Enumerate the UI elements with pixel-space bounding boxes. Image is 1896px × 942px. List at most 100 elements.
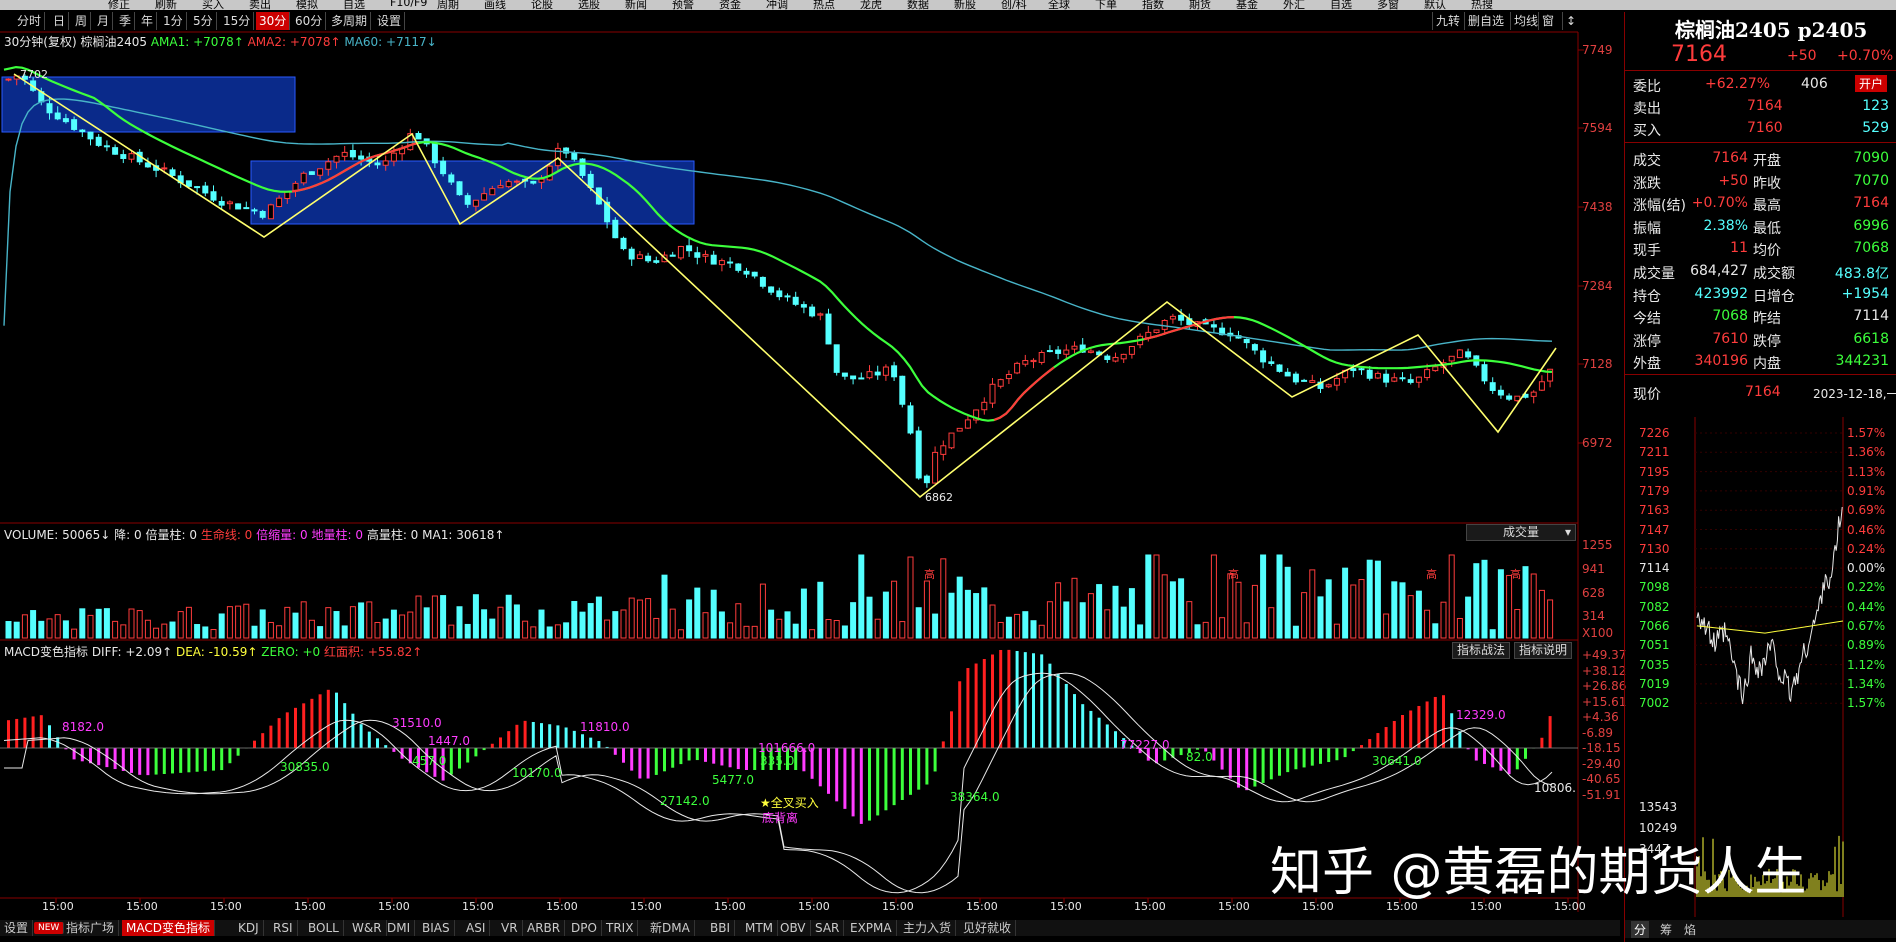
volume-bar xyxy=(792,623,799,639)
indicator-tab[interactable]: EXPMA xyxy=(846,920,897,936)
macd-bar xyxy=(540,723,543,748)
main-info-line: 30分钟(复权) 棕榈油2405 AMA1: +7078↑ AMA2: +707… xyxy=(4,33,437,50)
indicator-tab[interactable]: W&R xyxy=(348,920,387,936)
zone-boxes xyxy=(1,76,695,225)
candle-body xyxy=(1538,381,1545,391)
volume-bar xyxy=(1219,617,1226,639)
indicator-tab[interactable]: DMI xyxy=(383,920,416,936)
indicator-tab[interactable]: 见好就收 xyxy=(959,920,1017,936)
strategy-button[interactable]: 指标战法 xyxy=(1452,642,1511,659)
quote-row-value: 7068 xyxy=(1712,308,1748,325)
indicator-tab[interactable]: RSI xyxy=(269,920,298,936)
candle-body xyxy=(915,430,922,479)
indicator-tab[interactable]: 主力入货 xyxy=(899,920,957,936)
volume-bar xyxy=(1178,578,1185,639)
candle-body xyxy=(1284,371,1291,377)
indicator-tab[interactable]: 指标广场 xyxy=(62,920,120,936)
quote-row-value: 7610 xyxy=(1712,330,1748,347)
indicator-tab[interactable]: 新DMA xyxy=(646,920,695,936)
indicator-tab[interactable]: ARBR xyxy=(523,920,566,936)
volume-bar xyxy=(538,609,545,639)
volume-selector[interactable]: 成交量 ▾ xyxy=(1466,524,1576,541)
quote-row-value: 344231 xyxy=(1835,353,1889,370)
macd-bar xyxy=(843,748,847,809)
indicator-tab[interactable]: KDJ xyxy=(234,920,264,936)
indicator-tab[interactable]: BOLL xyxy=(304,920,344,936)
volume-bar xyxy=(194,624,201,639)
volume-bar xyxy=(530,626,537,639)
mini-tab-fen[interactable]: 分 xyxy=(1631,921,1650,938)
sell-label: 卖出 xyxy=(1633,101,1661,117)
macd-bar xyxy=(285,712,289,748)
indicator-tab[interactable]: TRIX xyxy=(602,920,639,936)
quote-row-value: 7164 xyxy=(1712,150,1748,166)
indicator-tab[interactable]: BBI xyxy=(706,920,736,936)
indicator-tab[interactable]: SAR xyxy=(811,920,845,936)
volume-bar xyxy=(1112,585,1119,639)
indicator-tab[interactable]: 设置 xyxy=(0,920,34,936)
candle-body xyxy=(907,405,914,434)
indicator-tab[interactable]: ASI xyxy=(462,920,491,936)
macd-bar xyxy=(392,748,396,752)
volume-bar xyxy=(1473,563,1480,639)
open-account-button[interactable]: 开户 xyxy=(1855,75,1888,92)
macd-bar xyxy=(7,720,10,748)
macd-area-label: 77227.0 xyxy=(1120,738,1170,752)
macd-bar xyxy=(154,748,158,775)
quote-row-label: 成交量 xyxy=(1633,266,1675,282)
volume-bar xyxy=(989,604,996,639)
indicator-help-button[interactable]: 指标说明 xyxy=(1514,642,1573,659)
candle-body xyxy=(1087,350,1094,353)
indicator-tab[interactable]: MACD变色指标 xyxy=(122,920,215,936)
candle-body xyxy=(784,295,791,298)
volume-tick: 314 xyxy=(1582,609,1605,623)
candle-body xyxy=(800,304,807,308)
time-tick: 15:00 xyxy=(966,900,998,913)
candle-body xyxy=(964,419,971,429)
volume-bar xyxy=(727,622,734,639)
macd-bar xyxy=(113,748,117,770)
volume-bar xyxy=(554,624,561,639)
candle-body xyxy=(243,207,250,210)
volume-bar xyxy=(628,597,635,639)
volume-bar xyxy=(964,589,971,639)
quote-row-value: 7068 xyxy=(1853,240,1889,257)
quote-row-label: 涨幅(结) xyxy=(1633,198,1686,215)
candle-body xyxy=(866,371,873,379)
macd-bar xyxy=(564,727,568,748)
macd-bar xyxy=(351,713,355,748)
volume-bar xyxy=(669,608,676,639)
mini-tab-yan[interactable]: 焰 xyxy=(1681,921,1699,938)
indicator-tab[interactable]: NEW xyxy=(34,922,65,934)
quote-row-label: 振幅 xyxy=(1633,220,1661,237)
volume-bar xyxy=(1071,577,1078,639)
macd-info-line: MACD变色指标 DIFF: +2.09↑ DEA: -10.59↑ ZERO:… xyxy=(4,643,422,660)
macd-bar xyxy=(654,748,658,775)
macd-bar xyxy=(449,748,453,775)
mini-tabs: 分 筹 焰 xyxy=(1625,920,1896,938)
candle-body xyxy=(276,197,283,208)
volume-bar xyxy=(1063,601,1070,639)
last-price: 7164 xyxy=(1671,42,1727,67)
volume-bar xyxy=(1079,602,1086,639)
indicator-tab[interactable]: OBV xyxy=(776,920,811,936)
weibi-label: 委比 xyxy=(1633,79,1661,95)
candle-body xyxy=(1456,349,1463,359)
volume-bar xyxy=(784,611,791,639)
indicator-tab[interactable]: VR xyxy=(497,920,523,936)
candle-body xyxy=(464,195,471,205)
volume-bar xyxy=(1153,554,1160,639)
candle-body xyxy=(956,427,963,432)
mini-pct-tick: 1.12% xyxy=(1847,657,1886,672)
volume-bar xyxy=(95,608,102,639)
quote-row: 振幅 2.38% 最低 6996 xyxy=(1629,216,1893,238)
indicator-tab[interactable]: DPO xyxy=(567,920,602,936)
mini-price-tick: 7019 xyxy=(1639,676,1670,691)
volume-bar xyxy=(661,574,668,639)
macd-bar xyxy=(884,748,888,811)
macd-bar xyxy=(179,748,183,773)
indicator-tab[interactable]: BIAS xyxy=(418,920,455,936)
macd-bar xyxy=(171,748,174,774)
mini-tab-chou[interactable]: 筹 xyxy=(1657,921,1675,938)
indicator-tab[interactable]: MTM xyxy=(741,920,779,936)
